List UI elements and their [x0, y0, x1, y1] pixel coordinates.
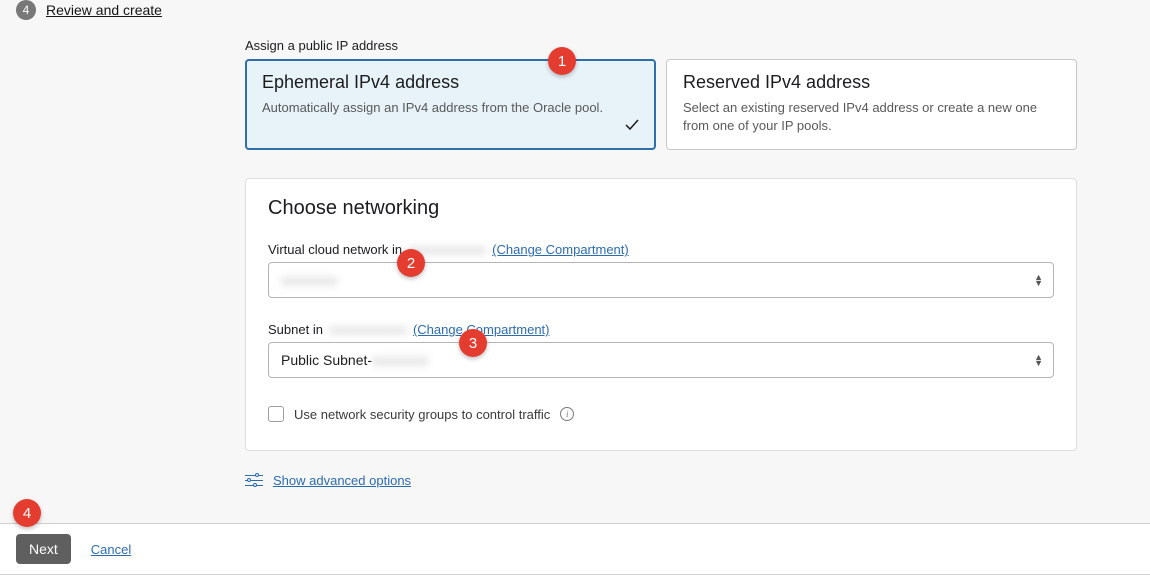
ip-address-options: Ephemeral IPv4 address Automatically ass…	[245, 59, 1077, 150]
step-number-badge: 4	[16, 0, 36, 20]
subnet-label-prefix: Subnet in	[268, 322, 323, 337]
subnet-select[interactable]: Public Subnet-xxxxxxxx ▲▼ 3	[268, 342, 1054, 378]
reserved-ip-desc: Select an existing reserved IPv4 address…	[683, 99, 1060, 135]
callout-badge-2: 2	[397, 249, 425, 277]
wizard-step-review[interactable]: 4 Review and create	[0, 0, 1150, 20]
vcn-field-label: Virtual cloud network in xxxxxxxxxxxx (C…	[268, 242, 1054, 257]
vcn-label-prefix: Virtual cloud network in	[268, 242, 402, 257]
nsg-checkbox[interactable]	[268, 406, 284, 422]
wizard-footer: Next Cancel	[0, 523, 1150, 575]
subnet-compartment-masked: xxxxxxxxxxxx	[329, 322, 407, 337]
reserved-ip-title: Reserved IPv4 address	[683, 72, 1060, 93]
ephemeral-ip-title: Ephemeral IPv4 address	[262, 72, 639, 93]
vcn-change-compartment-link[interactable]: (Change Compartment)	[492, 242, 629, 257]
nsg-checkbox-row: Use network security groups to control t…	[268, 406, 1054, 422]
subnet-field-label: Subnet in xxxxxxxxxxxx (Change Compartme…	[268, 322, 1054, 337]
subnet-select-value: Public Subnet-xxxxxxxx	[281, 352, 428, 368]
ephemeral-ip-card[interactable]: Ephemeral IPv4 address Automatically ass…	[245, 59, 656, 150]
cancel-link[interactable]: Cancel	[91, 542, 131, 557]
vcn-select[interactable]: xxxxxxxx ▲▼ 2	[268, 262, 1054, 298]
advanced-options-row[interactable]: Show advanced options	[245, 473, 1077, 488]
callout-badge-4: 4	[13, 499, 41, 527]
nsg-checkbox-label: Use network security groups to control t…	[294, 407, 550, 422]
info-icon[interactable]: i	[560, 407, 574, 421]
check-icon	[624, 117, 640, 136]
step-label[interactable]: Review and create	[46, 2, 162, 18]
show-advanced-options-link[interactable]: Show advanced options	[273, 473, 411, 488]
assign-ip-label: Assign a public IP address	[245, 38, 1077, 53]
vcn-select-value: xxxxxxxx	[281, 272, 337, 288]
sliders-icon	[245, 474, 263, 488]
chevron-updown-icon: ▲▼	[1034, 354, 1043, 366]
callout-badge-3: 3	[459, 329, 487, 357]
ephemeral-ip-desc: Automatically assign an IPv4 address fro…	[262, 99, 639, 117]
networking-heading: Choose networking	[268, 197, 1054, 220]
chevron-updown-icon: ▲▼	[1034, 274, 1043, 286]
next-button[interactable]: Next	[16, 534, 71, 564]
choose-networking-panel: Choose networking Virtual cloud network …	[245, 178, 1077, 451]
reserved-ip-card[interactable]: Reserved IPv4 address Select an existing…	[666, 59, 1077, 150]
callout-badge-1: 1	[548, 47, 576, 75]
